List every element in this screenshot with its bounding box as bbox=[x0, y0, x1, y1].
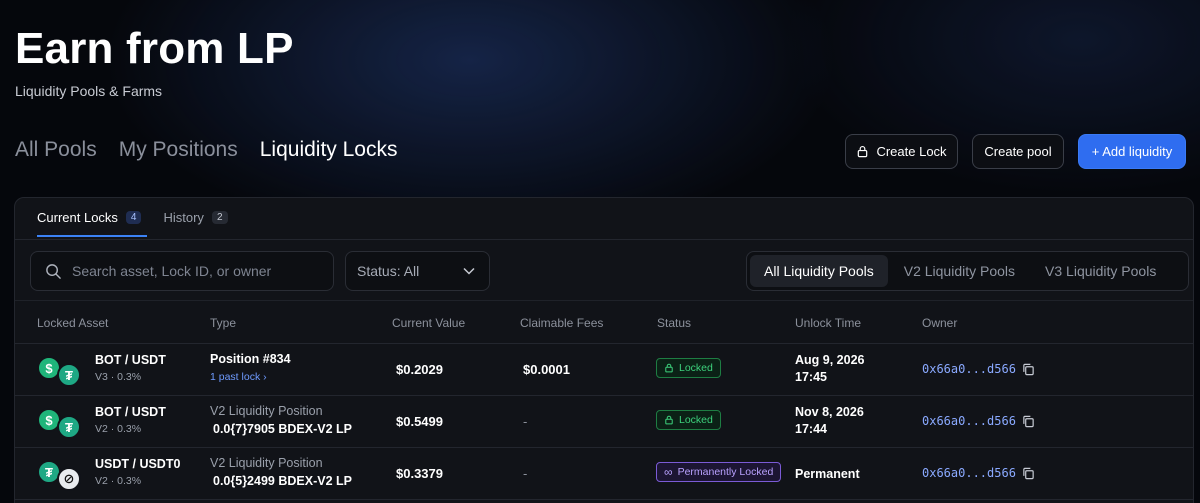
table-row[interactable]: ₮ ⊘ USDT / USDT0 V2 · 0.3% V2 Liquidity … bbox=[15, 448, 1193, 500]
usdt-token-icon: ₮ bbox=[57, 415, 81, 439]
unlock-date: Permanent bbox=[795, 467, 860, 481]
tab-my-positions[interactable]: My Positions bbox=[119, 138, 238, 162]
current-value: $0.2029 bbox=[396, 362, 443, 377]
unlock-time: Aug 9, 2026 17:45 bbox=[795, 352, 864, 386]
tab-liquidity-locks[interactable]: Liquidity Locks bbox=[260, 138, 398, 162]
unlock-date: Aug 9, 2026 bbox=[795, 353, 865, 367]
lp-amount: 0.0{5}2499 BDEX-V2 LP bbox=[213, 474, 352, 488]
tab-history[interactable]: History 2 bbox=[163, 210, 228, 237]
status-badge: ∞ Permanently Locked bbox=[656, 462, 782, 482]
lock-icon bbox=[858, 145, 868, 158]
col-unlock-time: Unlock Time bbox=[795, 316, 862, 330]
pair-fee: V2 · 0.3% bbox=[95, 475, 142, 487]
tab-current-locks[interactable]: Current Locks 4 bbox=[37, 210, 148, 237]
locks-panel: Current Locks 4 History 2 Status: All Al… bbox=[14, 197, 1194, 503]
tab-history-label: History bbox=[163, 210, 204, 225]
unlock-clock: 17:45 bbox=[795, 370, 827, 384]
status-select[interactable]: Status: All bbox=[345, 251, 490, 291]
create-pool-label: Create pool bbox=[984, 144, 1052, 159]
status-label: Permanently Locked bbox=[677, 466, 774, 478]
usdt-token-icon: ₮ bbox=[57, 363, 81, 387]
token-pair-icons: ₮ ⊘ bbox=[37, 460, 85, 491]
pair-fee: V3 · 0.3% bbox=[95, 371, 142, 383]
unlock-time: Permanent bbox=[795, 466, 860, 483]
tab-current-locks-label: Current Locks bbox=[37, 210, 118, 225]
filter-all-pools[interactable]: All Liquidity Pools bbox=[750, 255, 888, 287]
copy-icon[interactable] bbox=[1022, 467, 1035, 480]
lp-amount: 0.0{7}7905 BDEX-V2 LP bbox=[213, 422, 352, 436]
header-actions: Create Lock Create pool + Add liquidity bbox=[845, 134, 1186, 169]
copy-icon[interactable] bbox=[1022, 415, 1035, 428]
main-tabs: All Pools My Positions Liquidity Locks bbox=[15, 138, 398, 162]
pair-fee: V2 · 0.3% bbox=[95, 423, 142, 435]
claimable-fees: - bbox=[523, 466, 528, 481]
current-value: $0.3379 bbox=[396, 466, 443, 481]
table-row[interactable]: $ ₮ BOT / USDT V2 · 0.3% V2 Liquidity Po… bbox=[15, 396, 1193, 448]
col-current-value: Current Value bbox=[392, 316, 466, 330]
chevron-down-icon bbox=[463, 267, 475, 275]
claimable-fees: - bbox=[523, 414, 528, 429]
create-lock-label: Create Lock bbox=[876, 144, 947, 159]
tab-all-pools[interactable]: All Pools bbox=[15, 138, 97, 162]
add-liquidity-button[interactable]: + Add liquidity bbox=[1078, 134, 1186, 169]
claimable-fees: $0.0001 bbox=[523, 362, 570, 377]
search-icon bbox=[46, 263, 61, 279]
copy-icon[interactable] bbox=[1022, 363, 1035, 376]
col-claimable-fees: Claimable Fees bbox=[520, 316, 604, 330]
search-box[interactable] bbox=[30, 251, 334, 291]
owner-address[interactable]: 0x66a0...d566 bbox=[922, 466, 1035, 480]
token-pair-icons: $ ₮ bbox=[37, 408, 85, 439]
owner-address[interactable]: 0x66a0...d566 bbox=[922, 414, 1035, 428]
count-badge: 4 bbox=[125, 211, 142, 224]
owner-label: 0x66a0...d566 bbox=[922, 466, 1016, 480]
search-input[interactable] bbox=[72, 263, 322, 279]
divider bbox=[15, 239, 1193, 240]
unlock-date: Nov 8, 2026 bbox=[795, 405, 864, 419]
col-locked-asset: Locked Asset bbox=[37, 316, 109, 330]
lock-icon bbox=[665, 363, 673, 373]
lock-type: V2 Liquidity Position bbox=[210, 456, 323, 470]
status-badge: Locked bbox=[656, 410, 721, 430]
unlock-time: Nov 8, 2026 17:44 bbox=[795, 404, 864, 438]
lock-icon bbox=[665, 415, 673, 425]
create-pool-button[interactable]: Create pool bbox=[972, 134, 1064, 169]
usdt0-token-icon: ⊘ bbox=[57, 467, 81, 491]
count-badge: 2 bbox=[211, 211, 228, 224]
col-type: Type bbox=[210, 316, 237, 330]
token-pair-icons: $ ₮ bbox=[37, 356, 85, 387]
status-select-label: Status: All bbox=[357, 263, 420, 279]
pool-filter: All Liquidity Pools V2 Liquidity Pools V… bbox=[746, 251, 1189, 291]
owner-label: 0x66a0...d566 bbox=[922, 362, 1016, 376]
sub-tabs: Current Locks 4 History 2 bbox=[37, 210, 228, 237]
table-header: Locked Asset Type Current Value Claimabl… bbox=[15, 300, 1193, 344]
owner-label: 0x66a0...d566 bbox=[922, 414, 1016, 428]
pair-name: BOT / USDT bbox=[95, 405, 166, 419]
status-label: Locked bbox=[679, 362, 713, 374]
col-owner: Owner bbox=[922, 316, 958, 330]
create-lock-button[interactable]: Create Lock bbox=[845, 134, 958, 169]
current-value: $0.5499 bbox=[396, 414, 443, 429]
pair-name: BOT / USDT bbox=[95, 353, 166, 367]
pair-name: USDT / USDT0 bbox=[95, 457, 181, 471]
lock-type: V2 Liquidity Position bbox=[210, 404, 323, 418]
add-liquidity-label: + Add liquidity bbox=[1091, 144, 1173, 159]
lock-type: Position #834 bbox=[210, 352, 291, 366]
owner-address[interactable]: 0x66a0...d566 bbox=[922, 362, 1035, 376]
past-lock-link[interactable]: 1 past lock › bbox=[210, 371, 267, 383]
col-status: Status bbox=[657, 316, 692, 330]
status-label: Locked bbox=[679, 414, 713, 426]
filter-v2-pools[interactable]: V2 Liquidity Pools bbox=[890, 255, 1029, 287]
status-badge: Locked bbox=[656, 358, 721, 378]
page-subtitle: Liquidity Pools & Farms bbox=[15, 83, 163, 99]
page-title: Earn from LP bbox=[15, 24, 294, 73]
unlock-clock: 17:44 bbox=[795, 422, 827, 436]
infinity-icon: ∞ bbox=[664, 465, 673, 479]
filter-v3-pools[interactable]: V3 Liquidity Pools bbox=[1031, 255, 1170, 287]
table-row[interactable]: $ ₮ BOT / USDT V3 · 0.3% Position #834 1… bbox=[15, 344, 1193, 396]
